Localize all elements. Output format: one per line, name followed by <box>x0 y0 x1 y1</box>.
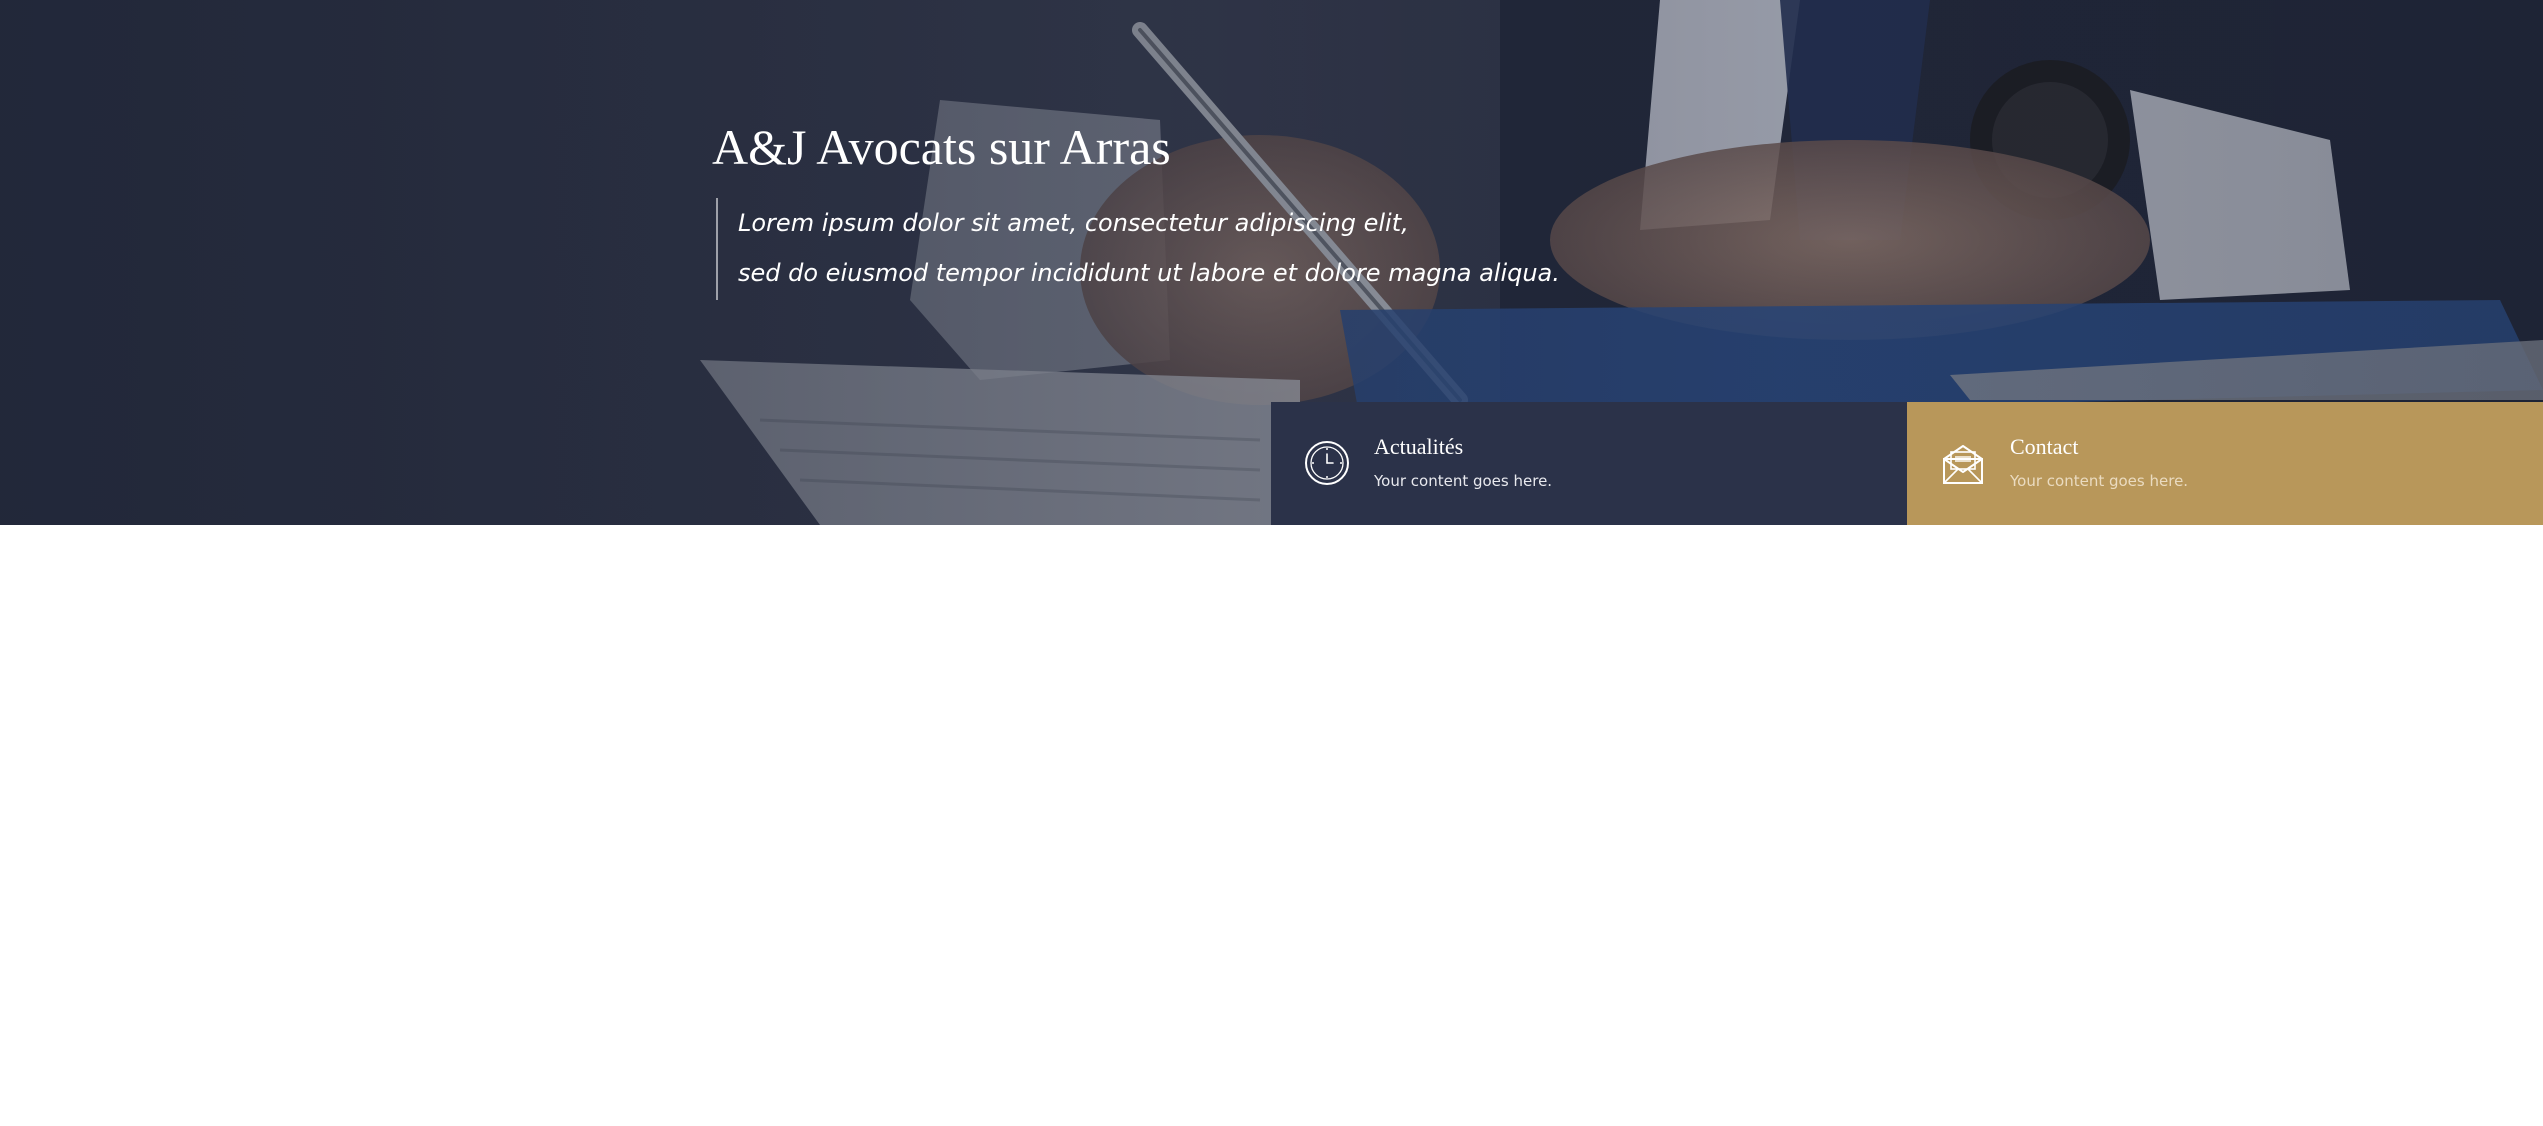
info-box-title: Actualités <box>1374 434 1464 459</box>
clock-icon <box>1305 441 1349 485</box>
hero-section: A&J Avocats sur Arras Lorem ipsum dolor … <box>0 0 2543 525</box>
info-box-contact[interactable]: Contact Your content goes here. <box>1907 402 2543 525</box>
hero-quote: Lorem ipsum dolor sit amet, consectetur … <box>716 198 1560 300</box>
hero-quote-line-1: Lorem ipsum dolor sit amet, consectetur … <box>738 209 1409 237</box>
hero-quote-line-2: sed do eiusmod tempor incididunt ut labo… <box>738 259 1560 287</box>
info-box-actualites[interactable]: Actualités Your content goes here. <box>1271 402 1907 525</box>
open-envelope-icon <box>1943 445 1983 484</box>
info-box-text: Your content goes here. <box>1374 472 1553 490</box>
info-box-text: Your content goes here. <box>2010 472 2189 490</box>
info-box-title: Contact <box>2010 434 2079 459</box>
hero-title: A&J Avocats sur Arras <box>712 119 1171 175</box>
